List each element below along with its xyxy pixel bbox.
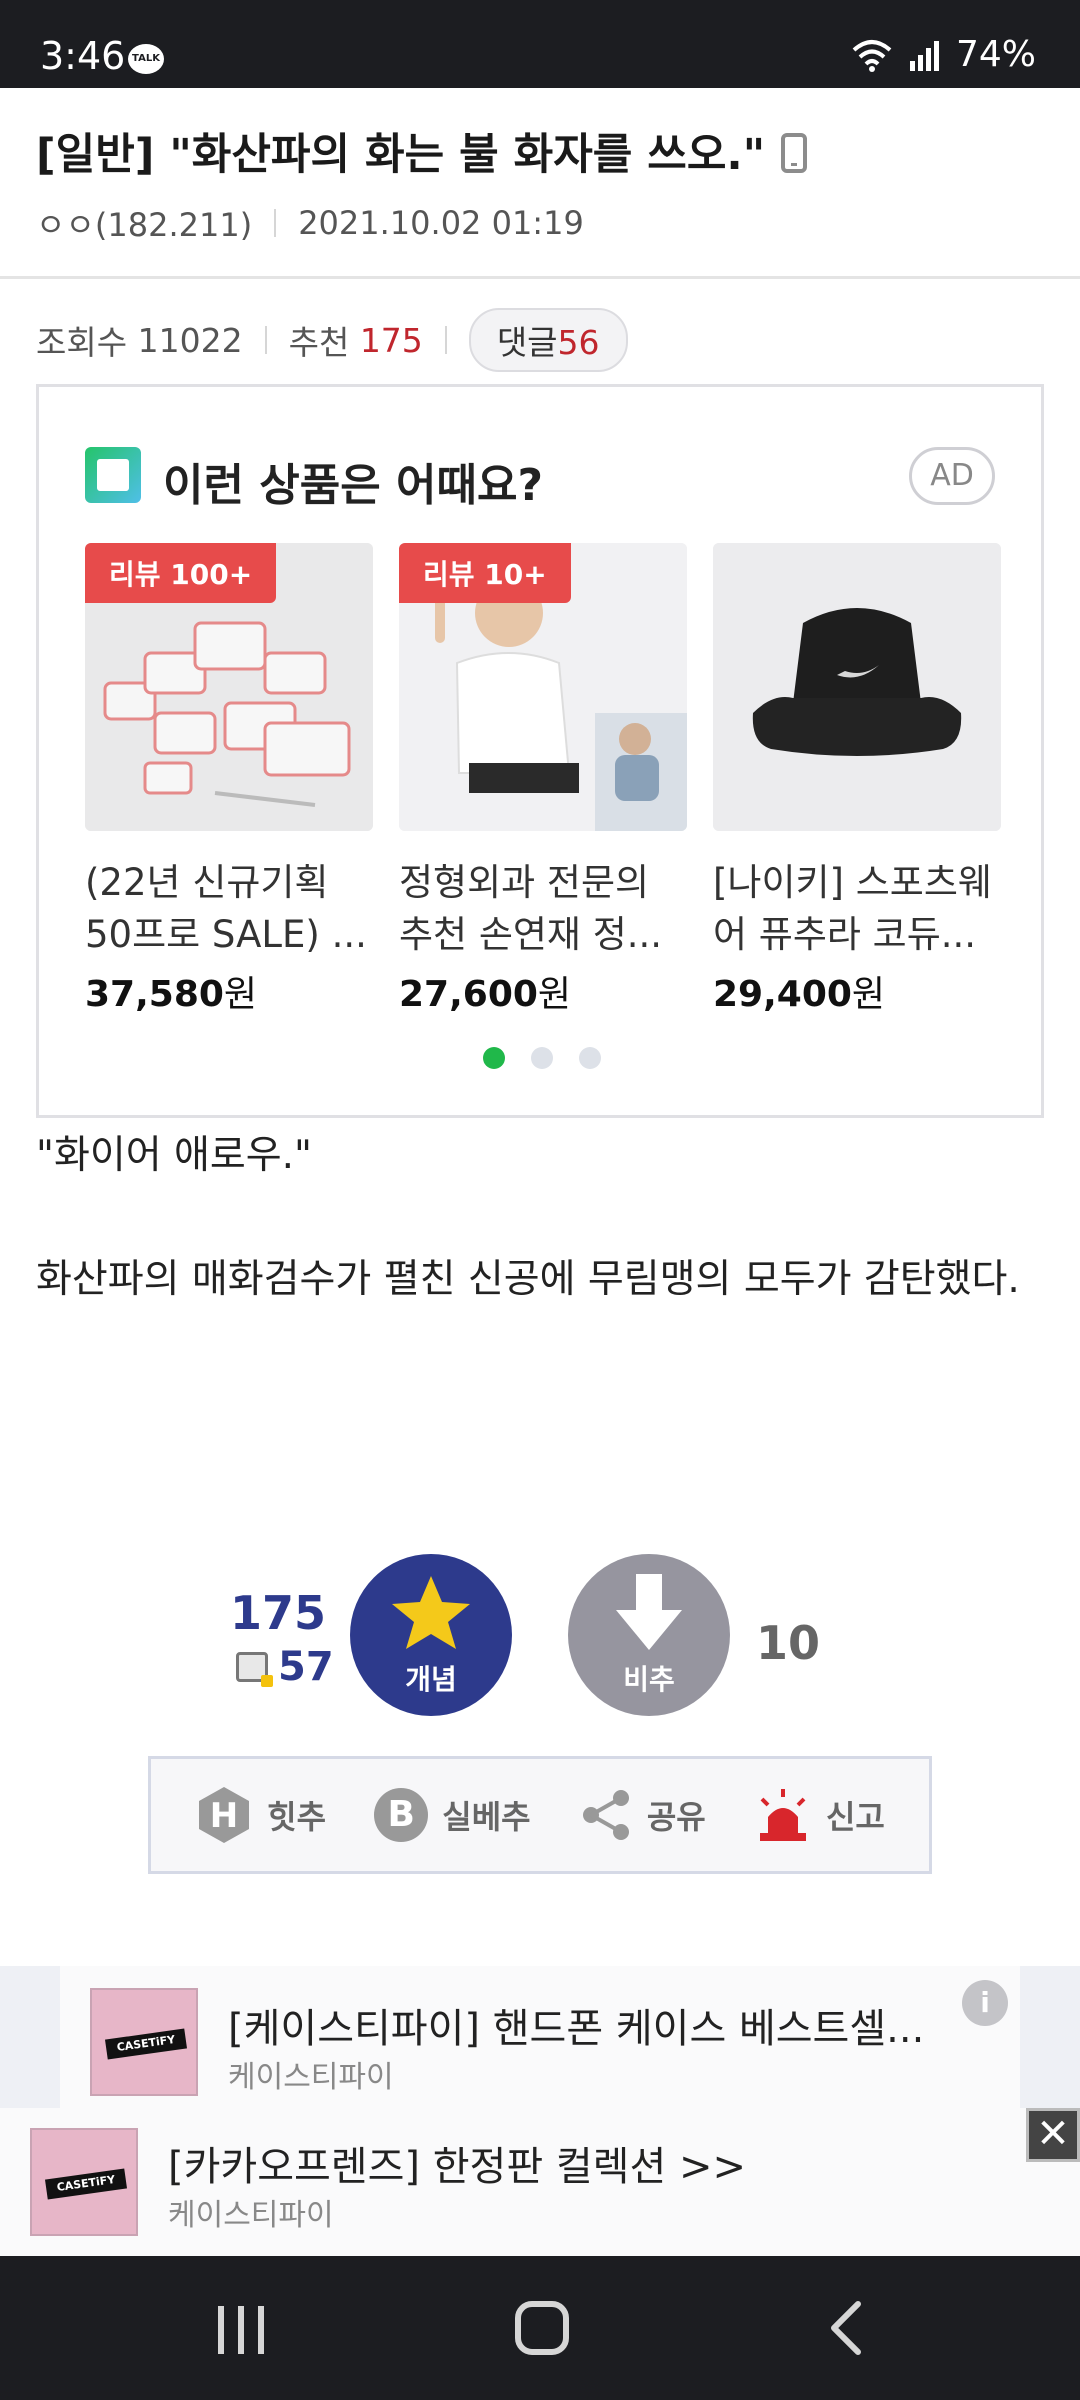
product-image: 리뷰 10+ — [399, 543, 687, 831]
banner-ad-advertiser: 케이스티파이 — [168, 2198, 334, 2233]
best-b-icon: B — [374, 1788, 429, 1842]
home-icon[interactable] — [512, 2298, 572, 2358]
product-ad-box: 이런 상품은 어때요? AD 리뷰 100+ (22년 신규기획 50프로 SA… — [36, 384, 1044, 1118]
banner-ad-title[interactable]: [카카오프렌즈] 한정판 컬렉션 >> — [168, 2134, 746, 2192]
price-currency: 원 — [223, 974, 258, 1015]
post-meta: ㅇㅇ(182.211) 2021.10.02 01:19 — [36, 200, 584, 246]
views-label: 조회수 — [36, 323, 128, 362]
status-right: 74% — [850, 34, 1036, 75]
product-name: 정형외과 전문의 추천 손연재 정... — [399, 861, 663, 956]
product-card[interactable]: 리뷰 100+ (22년 신규기획 50프로 SALE) ... 37,580원 — [85, 543, 373, 1017]
bucket-hat-image — [713, 543, 1001, 831]
wifi-icon — [852, 39, 892, 72]
comments-count: 56 — [557, 323, 600, 362]
signal-icon — [909, 40, 939, 71]
hit-recommend-label: 힛추 — [267, 1798, 327, 1836]
navigation-bar — [0, 2256, 1080, 2400]
gallery-member-icon — [236, 1652, 273, 1687]
post-title: [일반] "화산파의 화는 불 화자를 쓰오." — [36, 120, 1036, 182]
header-divider — [0, 276, 1080, 279]
upvote-label: 개념 — [405, 1663, 457, 1696]
info-icon[interactable]: i — [962, 1980, 1008, 2026]
post-body-line: 화산파의 매화검수가 펼친 신공에 무림맹의 모두가 감탄했다. — [36, 1257, 1020, 1302]
price-value: 37,580 — [85, 974, 224, 1015]
casetify-logo: CASETiFY — [104, 2028, 188, 2060]
share-button[interactable]: 공유 — [579, 1788, 706, 1842]
siren-icon — [759, 1789, 806, 1841]
product-price: 29,400원 — [713, 965, 1001, 1017]
post-title-text: [일반] "화산파의 화는 불 화자를 쓰오." — [36, 130, 766, 180]
views-count: 11022 — [137, 320, 243, 360]
price-currency: 원 — [851, 974, 886, 1015]
banner-ad-title[interactable]: [케이스티파이] 핸드폰 케이스 베스트셀... — [228, 1996, 924, 2054]
carousel-dot-active[interactable] — [483, 1047, 505, 1069]
share-icon — [582, 1790, 629, 1840]
fixed-nick-upvote: 57 — [236, 1644, 334, 1690]
product-price: 37,580원 — [85, 965, 373, 1017]
product-price: 27,600원 — [399, 965, 687, 1017]
post-datetime: 2021.10.02 01:19 — [298, 204, 584, 242]
divider — [274, 209, 277, 237]
divider — [444, 326, 447, 354]
best-recommend-label: 실베추 — [442, 1798, 531, 1836]
report-button[interactable]: 신고 — [754, 1787, 885, 1843]
carousel-dot[interactable] — [579, 1047, 601, 1069]
star-icon — [392, 1576, 470, 1649]
recent-apps-icon[interactable] — [212, 2302, 272, 2358]
comments-button[interactable]: 댓글56 — [468, 308, 628, 372]
review-badge: 리뷰 100+ — [85, 543, 277, 603]
status-time: 3:46 — [40, 34, 126, 78]
carousel-dots — [483, 1047, 601, 1069]
share-label: 공유 — [646, 1798, 706, 1836]
report-label: 신고 — [825, 1798, 885, 1836]
casetify-logo: CASETiFY — [44, 2168, 128, 2200]
product-name: [나이키] 스포츠웨어 퓨추라 코듀... — [713, 861, 992, 956]
downvote-label: 비추 — [623, 1663, 675, 1696]
product-card[interactable]: [나이키] 스포츠웨어 퓨추라 코듀... 29,400원 — [713, 543, 1001, 1017]
ad-tag[interactable]: AD — [909, 447, 995, 505]
price-value: 27,600 — [399, 974, 538, 1015]
banner-ad-advertiser: 케이스티파이 — [228, 2060, 394, 2095]
upvote-count: 175 — [229, 1586, 326, 1640]
best-recommend-button[interactable]: B 실베추 — [374, 1788, 531, 1842]
svg-text:H: H — [210, 1796, 238, 1836]
battery-percent: 74% — [955, 34, 1036, 75]
product-image: 리뷰 100+ — [85, 543, 373, 831]
product-card[interactable]: 리뷰 10+ 정형외과 전문의 추천 손연재 정... 27,600원 — [399, 543, 687, 1017]
action-bar: H 힛추 B 실베추 공유 신고 — [148, 1756, 932, 1874]
carousel-dot[interactable] — [531, 1047, 553, 1069]
recommend-label: 추천 — [288, 323, 350, 362]
divider — [264, 326, 267, 354]
post-body-line: "화이어 애로우." — [36, 1133, 312, 1178]
product-name: (22년 신규기획 50프로 SALE) ... — [85, 861, 367, 956]
shopping-bag-icon — [85, 447, 141, 503]
price-currency: 원 — [537, 974, 572, 1015]
upvote-button[interactable]: 개념 — [350, 1554, 512, 1716]
kakaotalk-notification-icon: TALK — [128, 44, 164, 74]
post-stats: 조회수 11022 추천 175 댓글56 — [36, 308, 628, 372]
banner-ad-thumbnail: CASETiFY — [30, 2128, 138, 2236]
hit-recommend-button[interactable]: H 힛추 — [195, 1785, 326, 1845]
banner-ad-thumbnail: CASETiFY — [90, 1988, 198, 2096]
back-icon[interactable] — [824, 2298, 868, 2358]
status-bar: 3:46 TALK 74% — [0, 0, 1080, 88]
arrow-down-icon — [616, 1574, 682, 1650]
downvote-button[interactable]: 비추 — [568, 1554, 730, 1716]
price-value: 29,400 — [713, 974, 852, 1015]
hit-h-icon: H — [199, 1787, 250, 1843]
comments-label: 댓글 — [496, 323, 558, 362]
product-image — [713, 543, 1001, 831]
mobile-icon — [781, 133, 808, 173]
fixed-nick-upvote-count: 57 — [278, 1644, 334, 1690]
close-icon[interactable]: ✕ — [1026, 2108, 1080, 2162]
post-author[interactable]: ㅇㅇ(182.211) — [36, 200, 252, 246]
recommend-count: 175 — [359, 320, 423, 360]
ad-heading: 이런 상품은 어때요? — [163, 460, 543, 511]
downvote-count: 10 — [756, 1616, 821, 1670]
review-badge: 리뷰 10+ — [399, 543, 571, 603]
